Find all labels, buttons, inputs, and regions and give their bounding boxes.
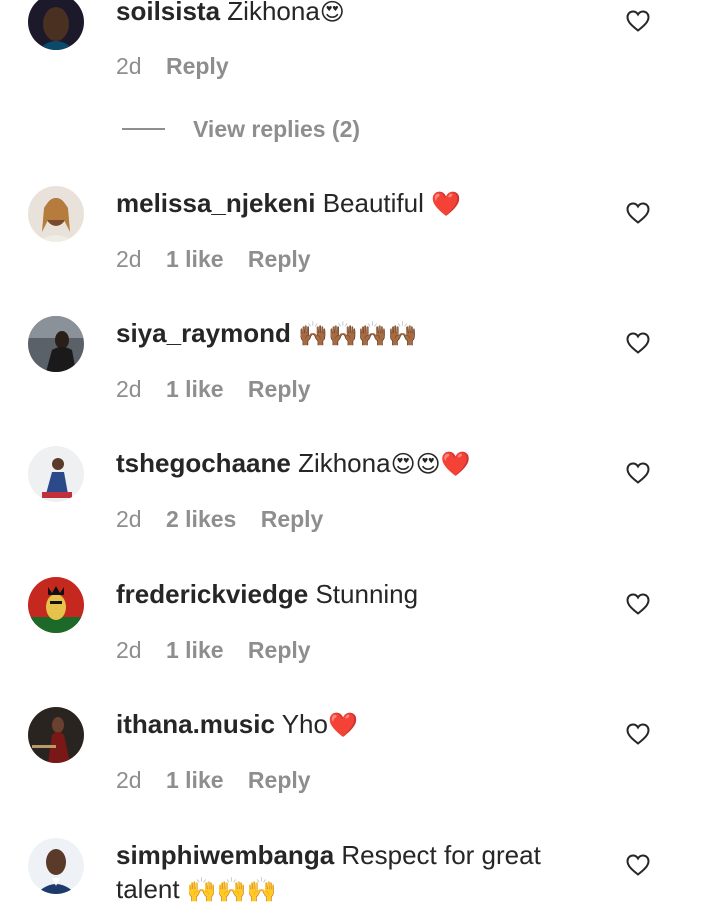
view-replies-label[interactable]: View replies (2) <box>193 116 360 143</box>
comment-text: siya_raymond 🙌🏾🙌🏾🙌🏾🙌🏾 <box>116 316 586 351</box>
comment-meta: 2d 1 like Reply <box>116 635 329 665</box>
heart-icon[interactable] <box>626 593 650 615</box>
heart-icon[interactable] <box>626 723 650 745</box>
reply-button[interactable]: Reply <box>261 506 324 532</box>
timestamp: 2d <box>116 246 142 272</box>
heart-icon[interactable] <box>626 854 650 876</box>
emoji: ❤️ <box>431 190 462 218</box>
comment-meta: 2d Reply <box>116 51 247 81</box>
comment-text: ithana.music Yho❤️ <box>116 707 586 742</box>
comment-text: tshegochaane Zikhona😍😍❤️ <box>116 446 586 481</box>
avatar[interactable] <box>28 186 84 242</box>
comment-text: frederickviedge Stunning <box>116 577 586 612</box>
comment-meta: 2d 1 like Reply <box>116 244 329 274</box>
heart-icon[interactable] <box>626 202 650 224</box>
username[interactable]: soilsista <box>116 0 220 26</box>
view-replies-button[interactable]: View replies (2) <box>122 112 360 146</box>
timestamp: 2d <box>116 376 142 402</box>
comment-body: Yho <box>281 709 328 739</box>
comment-body: Zikhona <box>298 448 391 478</box>
avatar[interactable] <box>28 446 84 502</box>
timestamp: 2d <box>116 767 142 793</box>
username[interactable]: simphiwembanga <box>116 840 334 870</box>
emoji: ❤️ <box>327 711 358 739</box>
username[interactable]: melissa_njekeni <box>116 188 315 218</box>
comment-text: melissa_njekeni Beautiful ❤️ <box>116 186 586 221</box>
avatar[interactable] <box>28 707 84 763</box>
reply-button[interactable]: Reply <box>248 376 311 402</box>
username[interactable]: ithana.music <box>116 709 275 739</box>
reply-button[interactable]: Reply <box>248 767 311 793</box>
heart-icon[interactable] <box>626 10 650 32</box>
reply-button[interactable]: Reply <box>166 53 229 79</box>
comment-body: Beautiful <box>322 188 424 218</box>
username[interactable]: siya_raymond <box>116 318 291 348</box>
avatar[interactable] <box>28 316 84 372</box>
username[interactable]: tshegochaane <box>116 448 291 478</box>
avatar[interactable] <box>28 0 84 50</box>
reply-button[interactable]: Reply <box>248 246 311 272</box>
timestamp: 2d <box>116 53 142 79</box>
emoji: 😍😍❤️ <box>390 450 471 478</box>
heart-icon[interactable] <box>626 462 650 484</box>
heart-icon[interactable] <box>626 332 650 354</box>
reply-button[interactable]: Reply <box>248 637 311 663</box>
likes-count[interactable]: 1 like <box>166 376 224 402</box>
emoji: 🙌🙌🙌 <box>186 876 277 904</box>
emoji: 🙌🏾🙌🏾🙌🏾🙌🏾 <box>298 320 418 348</box>
timestamp: 2d <box>116 637 142 663</box>
likes-count[interactable]: 1 like <box>166 767 224 793</box>
emoji: 😍 <box>319 0 345 26</box>
likes-count[interactable]: 2 likes <box>166 506 236 532</box>
timestamp: 2d <box>116 506 142 532</box>
comment-text: simphiwembanga Respect for great talent … <box>116 838 586 907</box>
comment-text: soilsista Zikhona😍 <box>116 0 586 29</box>
comment-meta: 2d 2 likes Reply <box>116 504 341 534</box>
comment-meta: 2d 1 like Reply <box>116 374 329 404</box>
divider-line <box>122 128 165 130</box>
avatar[interactable] <box>28 577 84 633</box>
likes-count[interactable]: 1 like <box>166 637 224 663</box>
comment-body: Zikhona <box>227 0 320 26</box>
avatar[interactable] <box>28 838 84 894</box>
comment-meta: 2d 1 like Reply <box>116 765 329 795</box>
comment-body: Stunning <box>315 579 419 609</box>
likes-count[interactable]: 1 like <box>166 246 224 272</box>
username[interactable]: frederickviedge <box>116 579 308 609</box>
